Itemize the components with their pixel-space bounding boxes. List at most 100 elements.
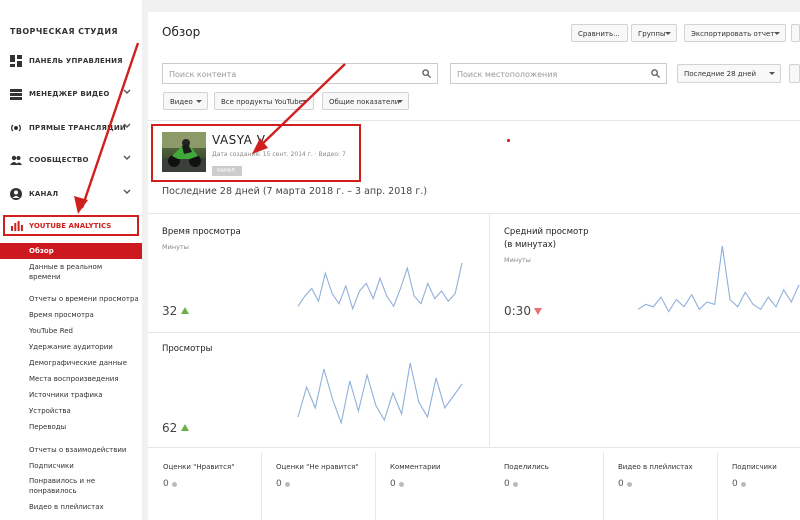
- live-icon: [11, 124, 21, 132]
- sidebar: [0, 0, 142, 520]
- subnav-item[interactable]: Переводы: [29, 423, 66, 431]
- subnav-item[interactable]: Отчеты о взаимодействии: [29, 446, 126, 454]
- sidebar-item-label: YOUTUBE ANALYTICS: [29, 222, 112, 230]
- subnav-item[interactable]: Время просмотра: [29, 311, 94, 319]
- stat-shares-label: Поделились: [504, 463, 549, 471]
- export-report-button[interactable]: Экспортировать отчет: [684, 24, 786, 42]
- video-manager-icon: [10, 89, 22, 100]
- stat-shares-value: 0: [504, 479, 510, 489]
- subnav-item[interactable]: Устройства: [29, 407, 71, 415]
- subnav-item[interactable]: Демографические данные: [29, 359, 127, 367]
- divider: [148, 447, 800, 448]
- products-filter-label: Все продукты YouTube: [221, 98, 303, 106]
- chevron-down-icon: [123, 189, 131, 194]
- divider: [148, 332, 800, 333]
- caret-down-icon: [397, 100, 403, 103]
- stat-likes-value: 0: [163, 479, 169, 489]
- avg-view-value: 0:30: [504, 304, 531, 318]
- caret-down-icon: [302, 100, 308, 103]
- location-search-input[interactable]: Поиск местоположения: [450, 63, 667, 84]
- subnav-item[interactable]: Удержание аудитории: [29, 343, 113, 351]
- metrics-filter-dropdown[interactable]: Общие показатели: [322, 92, 409, 110]
- sidebar-item-label: МЕНЕДЖЕР ВИДЕО: [29, 90, 110, 98]
- more-button[interactable]: [791, 24, 800, 42]
- divider: [148, 213, 800, 214]
- stat-likes-label: Оценки "Нравится": [163, 463, 235, 471]
- compare-button-label: Сравнить...: [578, 30, 620, 38]
- calendar-button[interactable]: [789, 64, 800, 83]
- subnav-item-label: Обзор: [29, 247, 54, 255]
- groups-button[interactable]: Группы: [631, 24, 677, 42]
- avg-view-title-unit: (в минутах): [504, 240, 557, 250]
- stat-playlists-label: Видео в плейлистах: [618, 463, 693, 471]
- sidebar-item-video-manager[interactable]: МЕНЕДЖЕР ВИДЕО: [0, 84, 142, 104]
- location-search-placeholder: Поиск местоположения: [457, 70, 558, 79]
- divider: [489, 213, 490, 447]
- divider: [261, 452, 262, 520]
- subnav-item[interactable]: Подписчики: [29, 462, 74, 470]
- status-dot: [741, 482, 746, 487]
- stat-dislikes-value: 0: [276, 479, 282, 489]
- divider: [603, 452, 604, 520]
- search-icon[interactable]: [422, 69, 431, 78]
- products-filter-dropdown[interactable]: Все продукты YouTube: [214, 92, 314, 110]
- sidebar-item-youtube-analytics[interactable]: YOUTUBE ANALYTICS: [3, 215, 139, 236]
- period-dropdown[interactable]: Последние 28 дней: [677, 64, 781, 83]
- stat-subscribers-label: Подписчики: [732, 463, 777, 471]
- status-dot: [627, 482, 632, 487]
- divider: [375, 452, 376, 520]
- period-range: Последние 28 дней (7 марта 2018 г. – 3 а…: [162, 186, 428, 197]
- views-title: Просмотры: [162, 344, 213, 354]
- content-search-placeholder: Поиск контента: [169, 70, 237, 79]
- avg-view-sparkline: [637, 245, 800, 313]
- avg_view-line: [637, 245, 800, 313]
- status-dot: [172, 482, 177, 487]
- red-mark: [507, 139, 510, 142]
- subnav-item[interactable]: Места воспроизведения: [29, 375, 119, 383]
- watch-time-title: Время просмотра: [162, 227, 241, 237]
- status-dot: [285, 482, 290, 487]
- video-filter-dropdown[interactable]: Видео: [163, 92, 208, 110]
- stat-comments-value: 0: [390, 479, 396, 489]
- status-dot: [513, 482, 518, 487]
- watch-time-unit: Минуты: [162, 243, 189, 251]
- views-sparkline: [297, 362, 463, 426]
- caret-down-icon: [196, 100, 202, 103]
- stat-dislikes-label: Оценки "Не нравится": [276, 463, 359, 471]
- chevron-down-icon: [123, 123, 131, 128]
- chevron-down-icon: [123, 155, 131, 160]
- stat-playlists-value: 0: [618, 479, 624, 489]
- studio-title: ТВОРЧЕСКАЯ СТУДИЯ: [10, 27, 118, 36]
- subnav-item[interactable]: Данные в реальном: [29, 263, 102, 271]
- subnav-item[interactable]: Понравилось и не: [29, 477, 95, 485]
- subnav-item[interactable]: Отчеты о времени просмотра: [29, 295, 139, 303]
- video-filter-label: Видео: [170, 98, 193, 106]
- subnav-item[interactable]: Источники трафика: [29, 391, 103, 399]
- sidebar-item-live[interactable]: ПРЯМЫЕ ТРАНСЛЯЦИИ: [0, 118, 142, 138]
- sidebar-item-label: ПАНЕЛЬ УПРАВЛЕНИЯ: [29, 57, 123, 65]
- content-search-input[interactable]: Поиск контента: [162, 63, 438, 84]
- sidebar-item-label: КАНАЛ: [29, 190, 59, 198]
- compare-button[interactable]: Сравнить...: [571, 24, 628, 42]
- export-button-label: Экспортировать отчет: [691, 30, 775, 38]
- chevron-down-icon: [123, 89, 131, 94]
- sidebar-item-community[interactable]: СООБЩЕСТВО: [0, 150, 142, 170]
- channel-icon: [10, 188, 22, 200]
- page-title: Обзор: [162, 25, 201, 39]
- search-icon[interactable]: [651, 69, 660, 78]
- watch-time-value: 32: [162, 304, 178, 318]
- subnav-item[interactable]: понравилось: [29, 487, 77, 495]
- caret-down-icon: [665, 32, 671, 35]
- sidebar-item-dashboard[interactable]: ПАНЕЛЬ УПРАВЛЕНИЯ: [0, 51, 142, 71]
- subnav-item-overview[interactable]: Обзор: [0, 243, 142, 259]
- sidebar-item-channel[interactable]: КАНАЛ: [0, 184, 142, 204]
- subnav-item[interactable]: Видео в плейлистах: [29, 503, 104, 511]
- subnav-item[interactable]: времени: [29, 273, 61, 281]
- subnav-item[interactable]: YouTube Red: [29, 327, 73, 335]
- status-dot: [399, 482, 404, 487]
- analytics-bars-icon: [11, 221, 23, 231]
- trend-down-icon: [534, 308, 542, 315]
- avg-view-title: Средний просмотр: [504, 227, 589, 237]
- channel-highlight-box: [151, 124, 361, 182]
- dashboard-icon: [10, 55, 22, 67]
